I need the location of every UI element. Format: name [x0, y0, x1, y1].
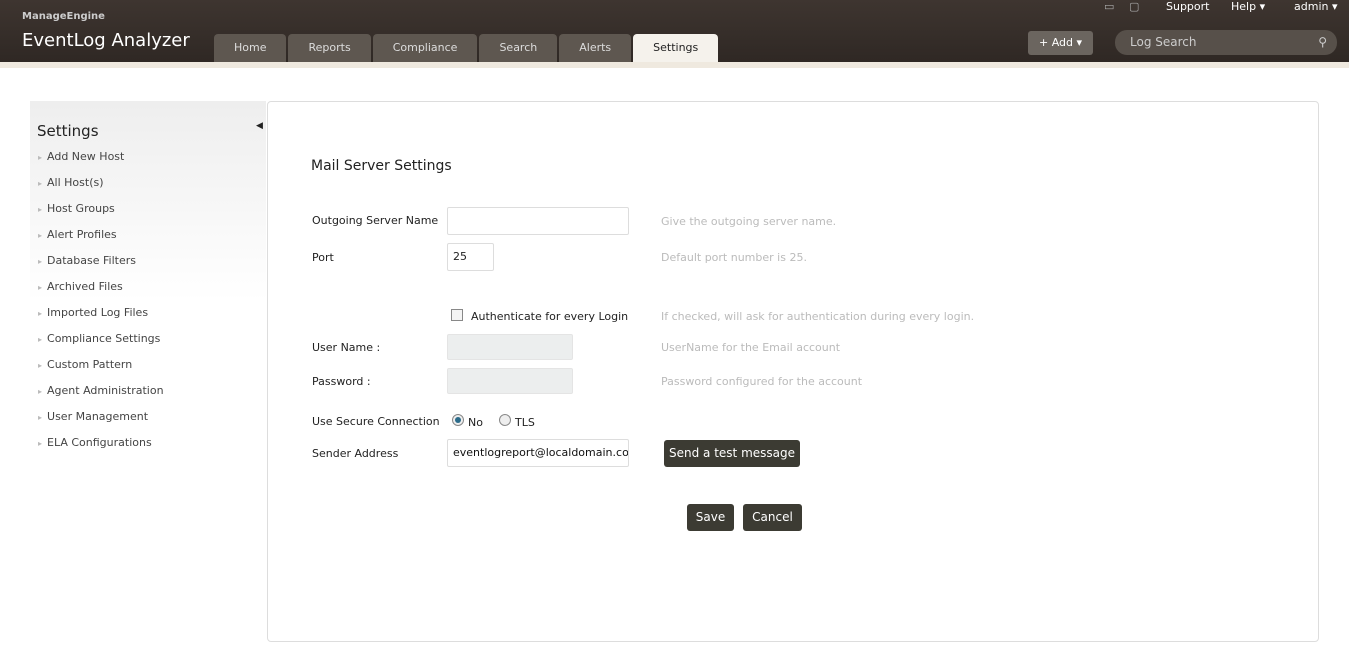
sidebar-title: Settings [37, 122, 99, 140]
sidebar-item-alert-profiles[interactable]: Alert Profiles [30, 222, 266, 248]
collapse-sidebar-icon[interactable]: ◀ [256, 121, 263, 131]
admin-menu[interactable]: admin ▾ [1294, 0, 1337, 13]
page-title: Mail Server Settings [311, 158, 452, 174]
support-link[interactable]: Support [1166, 0, 1209, 13]
sender-label: Sender Address [312, 447, 399, 460]
sidebar-item-database-filters[interactable]: Database Filters [30, 248, 266, 274]
cancel-button[interactable]: Cancel [743, 504, 802, 531]
authenticate-hint: If checked, will ask for authentication … [661, 310, 975, 323]
authenticate-checkbox[interactable] [451, 309, 463, 321]
server-label: Outgoing Server Name [312, 214, 439, 227]
username-hint: UserName for the Email account [661, 341, 841, 354]
server-name-input[interactable] [447, 207, 629, 235]
top-bar: ManageEngine EventLog Analyzer Home Repo… [0, 0, 1349, 62]
sidebar-item-agent-administration[interactable]: Agent Administration [30, 378, 266, 404]
app-title: EventLog Analyzer [22, 30, 190, 51]
port-label: Port [312, 251, 334, 264]
version-icon[interactable]: ▢ [1129, 0, 1139, 13]
main-tabs: Home Reports Compliance Search Alerts Se… [214, 34, 719, 62]
search-icon[interactable]: ⚲ [1318, 30, 1327, 55]
password-hint: Password configured for the account [661, 375, 863, 388]
monitor-icon[interactable]: ▭ [1104, 0, 1114, 13]
sidebar-item-host-groups[interactable]: Host Groups [30, 196, 266, 222]
header-strip [0, 62, 1349, 68]
port-input[interactable]: 25 [447, 243, 494, 271]
help-menu[interactable]: Help ▾ [1231, 0, 1265, 13]
sidebar-item-user-management[interactable]: User Management [30, 404, 266, 430]
sidebar-item-archived-files[interactable]: Archived Files [30, 274, 266, 300]
sidebar-item-imported-log-files[interactable]: Imported Log Files [30, 300, 266, 326]
sidebar-item-compliance-settings[interactable]: Compliance Settings [30, 326, 266, 352]
port-hint: Default port number is 25. [661, 251, 807, 264]
brand-logo: ManageEngine [22, 11, 105, 22]
send-test-message-button[interactable]: Send a test message [664, 440, 800, 467]
save-button[interactable]: Save [687, 504, 734, 531]
tab-search[interactable]: Search [479, 34, 558, 62]
tab-compliance[interactable]: Compliance [372, 34, 478, 62]
sidebar-item-ela-configurations[interactable]: ELA Configurations [30, 430, 266, 456]
tab-settings[interactable]: Settings [633, 34, 719, 62]
tab-home[interactable]: Home [214, 34, 287, 62]
sender-address-input[interactable]: eventlogreport@localdomain.com [447, 439, 629, 467]
tab-alerts[interactable]: Alerts [559, 34, 632, 62]
username-label: User Name : [312, 341, 381, 354]
main-panel [267, 101, 1319, 642]
sidebar-item-add-new-host[interactable]: Add New Host [30, 144, 266, 170]
server-hint: Give the outgoing server name. [661, 215, 837, 228]
password-label: Password : [312, 375, 371, 388]
tab-reports[interactable]: Reports [288, 34, 371, 62]
secure-connection-label: Use Secure Connection [312, 415, 440, 428]
radio-tls[interactable] [499, 414, 511, 426]
username-input[interactable] [447, 334, 573, 360]
radio-tls-label: TLS [515, 416, 535, 429]
password-input[interactable] [447, 368, 573, 394]
add-button[interactable]: + Add ▾ [1028, 31, 1093, 55]
log-search-placeholder: Log Search [1130, 35, 1197, 49]
radio-no-label: No [468, 416, 483, 429]
authenticate-label: Authenticate for every Login [471, 310, 629, 323]
log-search-input[interactable]: Log Search ⚲ [1115, 30, 1337, 55]
sidebar-item-custom-pattern[interactable]: Custom Pattern [30, 352, 266, 378]
sidebar: Settings Add New Host All Host(s) Host G… [30, 101, 266, 449]
radio-no[interactable] [452, 414, 464, 426]
sidebar-item-all-hosts[interactable]: All Host(s) [30, 170, 266, 196]
